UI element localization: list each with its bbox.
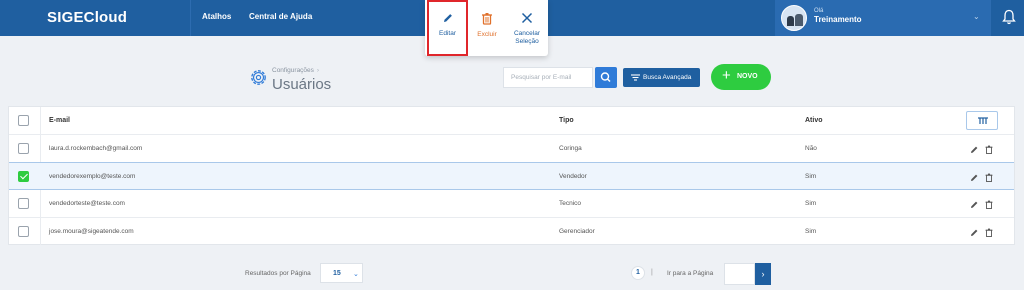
row-checkbox[interactable] <box>18 198 29 209</box>
row-actions <box>970 135 1000 163</box>
logo[interactable]: SIGECloud <box>47 9 127 26</box>
search-input[interactable]: Pesquisar por E-mail <box>503 67 593 88</box>
cell-active: Sim <box>805 200 817 207</box>
chevron-right-icon: › <box>316 67 320 74</box>
row-checkbox[interactable] <box>18 143 29 154</box>
trash-icon <box>482 13 492 25</box>
goto-page-button[interactable]: › <box>755 263 771 285</box>
results-per-page-label: Resultados por Página <box>245 270 311 277</box>
pencil-icon[interactable] <box>970 173 979 182</box>
table-header: E-mail Tipo Ativo <box>9 107 1014 135</box>
trash-icon[interactable] <box>985 200 993 209</box>
cell-active: Não <box>805 145 817 152</box>
trash-icon[interactable] <box>985 173 993 182</box>
column-header-email[interactable]: E-mail <box>49 107 70 135</box>
row-actions <box>970 163 1000 191</box>
column-header-type[interactable]: Tipo <box>559 107 574 135</box>
goto-page-input[interactable] <box>724 263 755 285</box>
advanced-search-label: Busca Avançada <box>643 74 692 81</box>
results-per-page-value: 15 <box>333 270 341 277</box>
breadcrumb: Configurações › <box>272 67 319 74</box>
trash-icon[interactable] <box>985 228 993 237</box>
column-header-active[interactable]: Ativo <box>805 107 823 135</box>
cell-email: vendedorexemplo@teste.com <box>49 173 136 180</box>
cell-email: jose.moura@sigeatende.com <box>49 228 134 235</box>
pencil-icon[interactable] <box>970 228 979 237</box>
table-row[interactable]: vendedorteste@teste.com Tecnico Sim <box>9 190 1014 218</box>
row-checkbox[interactable] <box>18 226 29 237</box>
cell-type: Tecnico <box>559 200 582 207</box>
delete-button[interactable]: Excluir <box>469 0 505 56</box>
edit-button[interactable]: Editar <box>427 0 468 56</box>
page-separator: | <box>651 269 653 276</box>
cell-email: vendedorteste@teste.com <box>49 200 125 207</box>
selection-actions-popup: Editar Excluir Cancelar Seleção <box>425 0 548 56</box>
page-number-current[interactable]: 1 <box>631 266 645 280</box>
breadcrumb-item-configuracoes[interactable]: Configurações <box>272 67 314 74</box>
new-label: NOVO <box>737 73 758 80</box>
row-checkbox[interactable] <box>18 171 29 182</box>
nav-central-de-ajuda[interactable]: Central de Ajuda <box>249 12 312 21</box>
search-icon <box>600 72 611 83</box>
search-button[interactable] <box>595 67 617 88</box>
table-row[interactable]: laura.d.rockembach@gmail.com Coringa Não <box>9 135 1014 163</box>
divider <box>190 0 191 36</box>
columns-icon <box>978 117 988 124</box>
cell-type: Coringa <box>559 145 582 152</box>
logo-sige-text: SIGE <box>47 9 84 26</box>
chevron-down-icon: ⌄ <box>973 12 980 21</box>
divider <box>990 0 991 36</box>
filter-icon <box>631 74 640 81</box>
cell-type: Gerenciador <box>559 228 595 235</box>
select-all-checkbox[interactable] <box>18 115 29 126</box>
delete-label: Excluir <box>477 31 497 38</box>
table-row[interactable]: jose.moura@sigeatende.com Gerenciador Si… <box>9 218 1014 246</box>
users-table: E-mail Tipo Ativo laura.d.rockembach@gma… <box>8 106 1015 245</box>
goto-page-label: Ir para a Página <box>667 270 714 277</box>
plus-icon: + <box>722 67 731 84</box>
pencil-icon <box>443 14 452 22</box>
trash-icon[interactable] <box>985 145 993 154</box>
user-greeting: Olá <box>814 8 824 14</box>
pencil-icon[interactable] <box>970 145 979 154</box>
gear-icon <box>251 70 266 85</box>
page-title: Usuários <box>272 76 332 93</box>
row-actions <box>970 190 1000 218</box>
chevron-right-icon: › <box>761 269 765 279</box>
user-menu[interactable]: Olá Treinamento ⌄ <box>775 0 990 36</box>
nav-atalhos[interactable]: Atalhos <box>202 12 231 21</box>
user-name: Treinamento <box>814 15 862 24</box>
cell-active: Sim <box>805 228 817 235</box>
cancel-selection-button[interactable]: Cancelar Seleção <box>507 0 547 56</box>
results-per-page-select[interactable]: 15 ⌄ <box>320 263 363 283</box>
row-actions <box>970 218 1000 246</box>
cell-type: Vendedor <box>559 173 587 180</box>
avatar <box>781 5 807 31</box>
new-button[interactable]: + NOVO <box>711 64 771 90</box>
cancel-selection-label: Cancelar Seleção <box>513 30 540 45</box>
chevron-down-icon: ⌄ <box>353 271 359 278</box>
table-row[interactable]: vendedorexemplo@teste.com Vendedor Sim <box>9 162 1014 190</box>
close-icon <box>521 12 533 24</box>
bell-icon[interactable] <box>1002 9 1016 25</box>
edit-label: Editar <box>439 30 456 37</box>
column-settings-button[interactable] <box>966 111 998 130</box>
pencil-icon[interactable] <box>970 200 979 209</box>
cell-email: laura.d.rockembach@gmail.com <box>49 145 143 152</box>
advanced-search-button[interactable]: Busca Avançada <box>623 68 700 87</box>
logo-cloud-text: Cloud <box>83 9 128 26</box>
cell-active: Sim <box>805 173 817 180</box>
